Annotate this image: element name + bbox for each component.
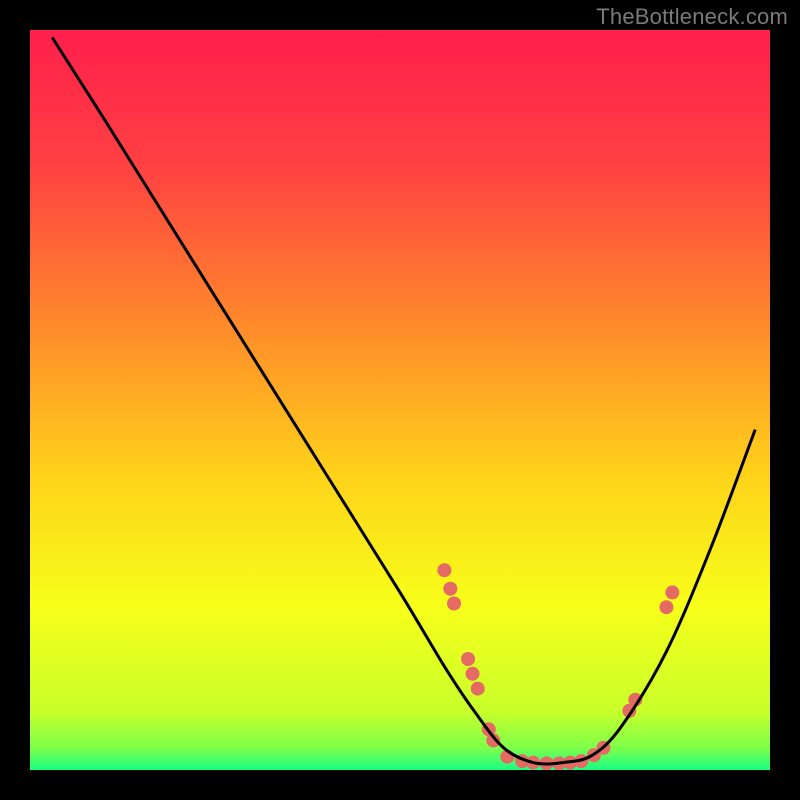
data-marker — [461, 652, 475, 666]
data-marker — [471, 682, 485, 696]
gradient-background — [30, 30, 770, 770]
data-marker — [466, 667, 480, 681]
chart-frame: { "watermark": "TheBottleneck.com", "cha… — [0, 0, 800, 800]
data-marker — [659, 600, 673, 614]
data-marker — [665, 585, 679, 599]
data-marker — [437, 563, 451, 577]
data-marker — [443, 582, 457, 596]
bottleneck-chart — [0, 0, 800, 800]
data-marker — [447, 597, 461, 611]
watermark-text: TheBottleneck.com — [596, 4, 788, 30]
